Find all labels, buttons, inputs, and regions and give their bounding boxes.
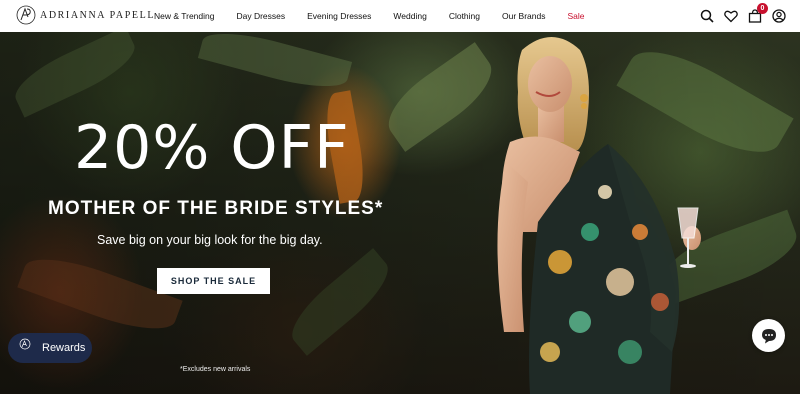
brand-name: ADRIANNA PAPELL: [40, 9, 156, 21]
logo-mark-icon: [16, 5, 36, 25]
hero-tagline: Save big on your big look for the big da…: [97, 233, 323, 247]
site-header: ADRIANNA PAPELL New & Trending Day Dress…: [0, 0, 800, 32]
hero-disclaimer: *Excludes new arrivals: [180, 366, 251, 373]
nav-item-wedding[interactable]: Wedding: [393, 11, 426, 21]
chat-icon: [761, 328, 776, 343]
rewards-button[interactable]: Rewards: [8, 333, 92, 363]
shop-the-sale-button[interactable]: SHOP THE SALE: [157, 268, 270, 294]
hero-headline: 20% OFF: [74, 113, 350, 183]
hero-subheadline: MOTHER OF THE BRIDE STYLES*: [48, 198, 384, 219]
nav-item-clothing[interactable]: Clothing: [449, 11, 480, 21]
user-icon[interactable]: [772, 9, 786, 23]
chat-button[interactable]: [752, 319, 785, 352]
search-icon[interactable]: [700, 9, 714, 23]
nav-item-evening-dresses[interactable]: Evening Dresses: [307, 11, 371, 21]
heart-icon[interactable]: [724, 9, 738, 23]
rewards-logo-icon: [14, 338, 36, 358]
nav-item-our-brands[interactable]: Our Brands: [502, 11, 545, 21]
model-image: [497, 37, 701, 394]
header-icons: 0: [700, 0, 786, 32]
nav-item-day-dresses[interactable]: Day Dresses: [236, 11, 285, 21]
rewards-label: Rewards: [42, 342, 86, 354]
main-nav: New & Trending Day Dresses Evening Dress…: [154, 0, 606, 32]
bag-icon[interactable]: 0: [748, 3, 768, 23]
cart-count-badge: 0: [757, 3, 768, 14]
nav-item-new-trending[interactable]: New & Trending: [154, 11, 214, 21]
brand-logo[interactable]: ADRIANNA PAPELL: [16, 5, 155, 25]
nav-item-sale[interactable]: Sale: [567, 11, 584, 21]
hero-banner: 20% OFF MOTHER OF THE BRIDE STYLES* Save…: [0, 32, 800, 394]
